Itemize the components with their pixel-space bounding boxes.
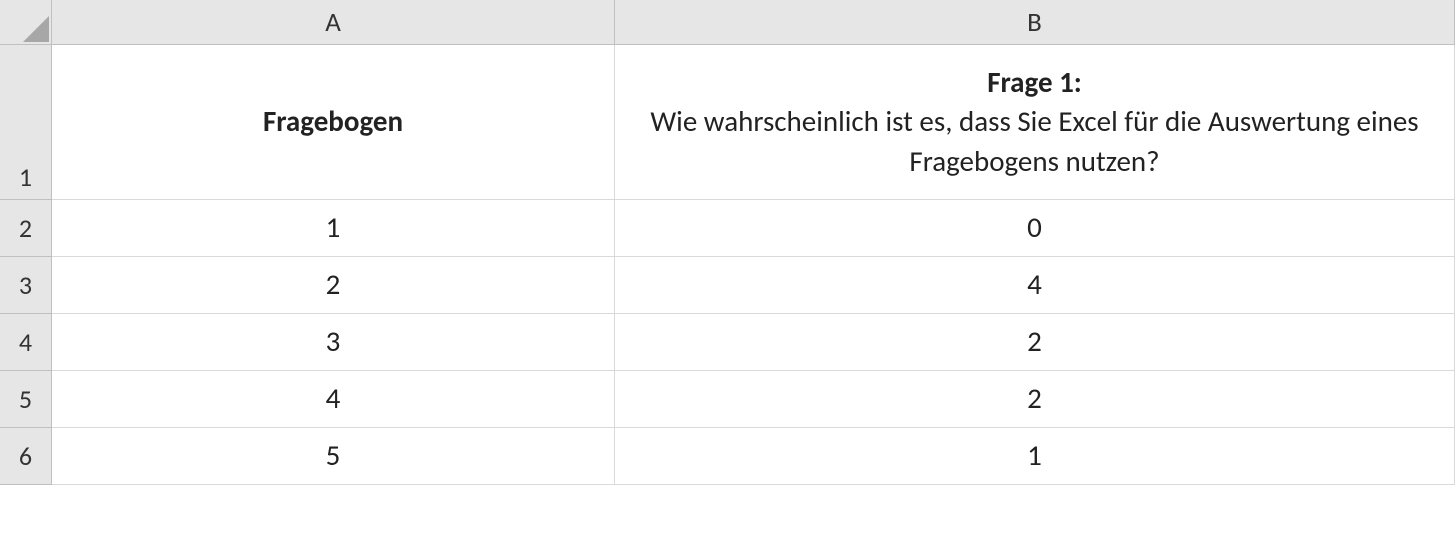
cell-B5[interactable]: 2	[615, 371, 1455, 428]
cell-B3[interactable]: 4	[615, 257, 1455, 314]
row-header-2[interactable]: 2	[0, 200, 52, 257]
cell-B1[interactable]: Frage 1: Wie wahrscheinlich ist es, dass…	[615, 45, 1455, 200]
cell-A1[interactable]: Fragebogen	[52, 45, 615, 200]
cell-A5[interactable]: 4	[52, 371, 615, 428]
row-header-4[interactable]: 4	[0, 314, 52, 371]
cell-A3[interactable]: 2	[52, 257, 615, 314]
select-all-triangle-icon	[23, 16, 49, 42]
cell-B2[interactable]: 0	[615, 200, 1455, 257]
cell-A4[interactable]: 3	[52, 314, 615, 371]
select-all-corner[interactable]	[0, 0, 52, 45]
spreadsheet-grid: A B 1 Fragebogen Frage 1: Wie wahrschein…	[0, 0, 1455, 485]
cell-B1-text: Wie wahrscheinlich ist es, dass Sie Exce…	[625, 102, 1444, 180]
cell-B1-title: Frage 1:	[987, 63, 1082, 102]
row-header-5[interactable]: 5	[0, 371, 52, 428]
cell-B6[interactable]: 1	[615, 428, 1455, 485]
cell-A6[interactable]: 5	[52, 428, 615, 485]
cell-B4[interactable]: 2	[615, 314, 1455, 371]
row-header-1[interactable]: 1	[0, 45, 52, 200]
row-header-3[interactable]: 3	[0, 257, 52, 314]
column-header-B[interactable]: B	[615, 0, 1455, 45]
cell-A1-text: Fragebogen	[263, 102, 403, 141]
cell-A2[interactable]: 1	[52, 200, 615, 257]
column-header-A[interactable]: A	[52, 0, 615, 45]
row-header-6[interactable]: 6	[0, 428, 52, 485]
